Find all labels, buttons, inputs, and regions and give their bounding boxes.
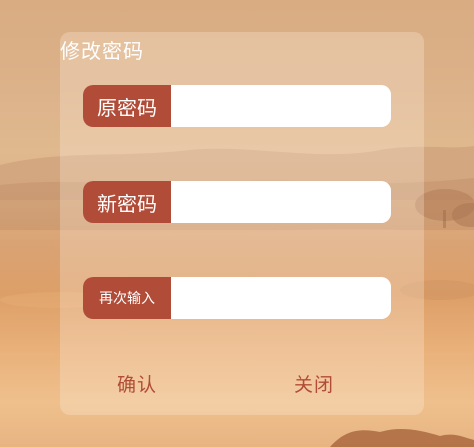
old-password-label: 原密码 [83,85,171,127]
dialog-title: 修改密码 [60,39,144,63]
close-button[interactable]: 关闭 [294,370,334,397]
new-password-input[interactable] [171,181,391,223]
confirm-password-label: 再次输入 [83,277,171,319]
new-password-field: 新密码 [83,181,391,223]
confirm-password-input[interactable] [171,277,391,319]
new-password-label: 新密码 [83,181,171,223]
confirm-button[interactable]: 确认 [117,370,157,397]
confirm-password-field: 再次输入 [83,277,391,319]
old-password-field: 原密码 [83,85,391,127]
old-password-input[interactable] [171,85,391,127]
change-password-dialog: 修改密码 原密码 新密码 再次输入 确认 关闭 [60,32,424,415]
